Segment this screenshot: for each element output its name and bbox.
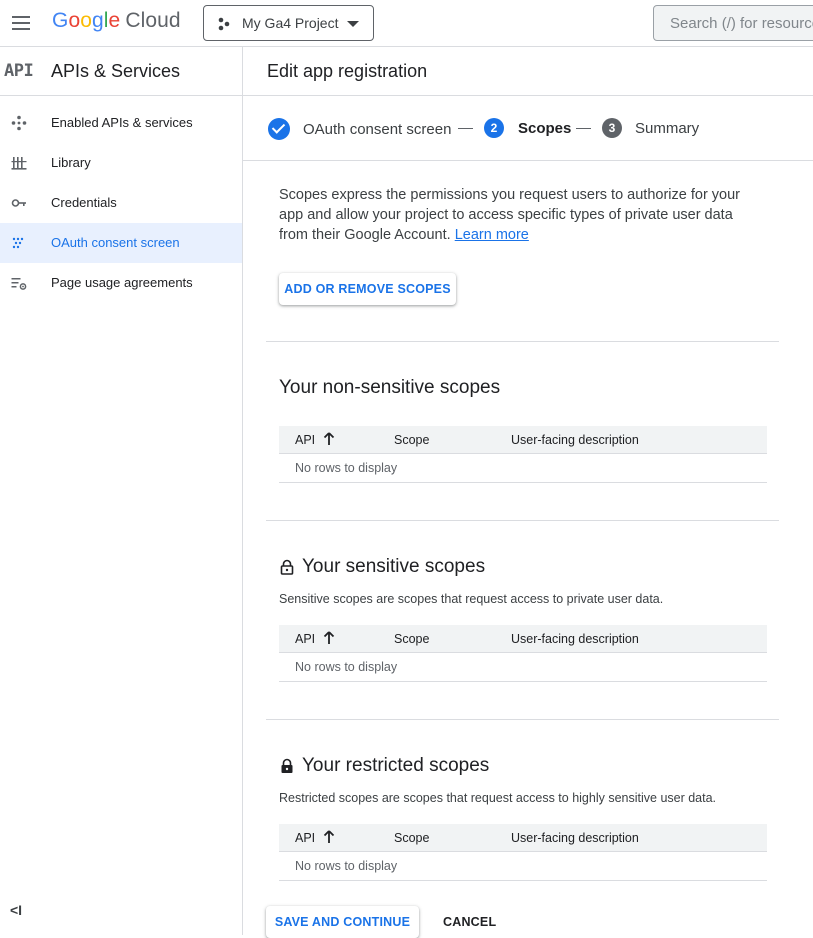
table-header: API Scope User-facing description xyxy=(279,625,767,653)
step-label: OAuth consent screen xyxy=(303,120,452,138)
add-or-remove-scopes-button[interactable]: ADD OR REMOVE SCOPES xyxy=(279,273,456,305)
arrow-up-icon[interactable] xyxy=(323,431,335,447)
section-description: Restricted scopes are scopes that reques… xyxy=(279,791,717,805)
sidebar-item-credentials[interactable]: Credentials xyxy=(0,183,242,223)
search-input[interactable]: Search (/) for resources xyxy=(653,5,813,41)
section-divider xyxy=(266,520,779,521)
settings-list-icon xyxy=(11,278,27,290)
menu-icon[interactable] xyxy=(10,12,32,34)
section-divider xyxy=(266,719,779,720)
sidebar-item-label: Credentials xyxy=(51,195,117,210)
column-header-description: User-facing description xyxy=(511,433,639,447)
save-and-continue-button[interactable]: SAVE AND CONTINUE xyxy=(266,906,419,938)
empty-message: No rows to display xyxy=(295,461,398,475)
sidebar-item-label: Enabled APIs & services xyxy=(51,115,193,130)
api-icon: API xyxy=(4,61,34,81)
cancel-button[interactable]: CANCEL xyxy=(443,915,496,929)
sidebar-item-page-usage-agreements[interactable]: Page usage agreements xyxy=(0,263,242,303)
sidebar-item-label: Library xyxy=(51,155,91,170)
sidebar-item-label: OAuth consent screen xyxy=(51,235,180,250)
step-oauth-consent-screen[interactable]: OAuth consent screen xyxy=(268,118,451,140)
section-title-text: Your non-sensitive scopes xyxy=(279,377,501,398)
section-description: Sensitive scopes are scopes that request… xyxy=(279,592,664,606)
section-divider xyxy=(266,341,779,342)
top-bar: Google Cloud My Ga4 Project Search (/) fo… xyxy=(0,0,813,46)
logo-google-text: Google xyxy=(52,9,121,32)
main-content: Edit app registration OAuth consent scre… xyxy=(243,46,813,938)
table-header: API Scope User-facing description xyxy=(279,426,767,454)
section-title-text: Your sensitive scopes xyxy=(302,556,486,577)
check-circle-icon xyxy=(268,118,290,140)
stepper: OAuth consent screen 2 Scopes 3 Summary xyxy=(243,96,813,161)
section-title-sensitive: Your sensitive scopes xyxy=(279,556,485,578)
sidebar-header: API APIs & Services xyxy=(0,46,242,96)
section-title-text: Your restricted scopes xyxy=(302,755,490,776)
page-title: Edit app registration xyxy=(267,61,428,81)
project-name: My Ga4 Project xyxy=(242,15,339,31)
empty-message: No rows to display xyxy=(295,859,398,873)
section-title-restricted: Your restricted scopes xyxy=(279,755,489,777)
lock-icon xyxy=(281,758,293,773)
chevron-down-icon xyxy=(347,21,359,27)
column-header-scope: Scope xyxy=(394,433,430,447)
library-icon xyxy=(11,157,27,170)
step-scopes: 2 Scopes xyxy=(484,118,571,138)
non-sensitive-scopes-table: API Scope User-facing description No row… xyxy=(279,426,767,483)
column-header-description: User-facing description xyxy=(511,831,639,845)
consent-icon xyxy=(12,237,24,249)
arrow-up-icon[interactable] xyxy=(323,630,335,646)
learn-more-link[interactable]: Learn more xyxy=(455,227,529,243)
restricted-scopes-table: API Scope User-facing description No row… xyxy=(279,824,767,881)
table-row: No rows to display xyxy=(279,653,767,682)
column-header-api[interactable]: API xyxy=(295,632,315,646)
search-placeholder: Search (/) for resources xyxy=(670,15,813,32)
scopes-intro: Scopes express the permissions you reque… xyxy=(279,185,764,245)
step-label: Scopes xyxy=(518,119,572,137)
step-label: Summary xyxy=(635,119,700,137)
column-header-scope: Scope xyxy=(394,632,430,646)
arrow-up-icon[interactable] xyxy=(323,829,335,845)
key-icon xyxy=(11,199,26,207)
section-title-non-sensitive: Your non-sensitive scopes xyxy=(279,377,500,399)
step-number-badge: 2 xyxy=(484,118,504,138)
table-row: No rows to display xyxy=(279,852,767,881)
column-header-api[interactable]: API xyxy=(295,433,315,447)
collapse-sidebar-icon[interactable]: <I xyxy=(10,902,22,918)
project-selector[interactable]: My Ga4 Project xyxy=(203,5,374,41)
step-separator xyxy=(458,128,473,129)
sidebar-item-oauth-consent-screen[interactable]: OAuth consent screen xyxy=(0,223,242,263)
column-header-description: User-facing description xyxy=(511,632,639,646)
sidebar-item-library[interactable]: Library xyxy=(0,143,242,183)
sidebar-title: APIs & Services xyxy=(51,61,181,81)
column-header-api[interactable]: API xyxy=(295,831,315,845)
sidebar-nav: Enabled APIs & services Library Credenti… xyxy=(0,103,242,303)
sidebar-item-label: Page usage agreements xyxy=(51,275,193,290)
lock-open-outline-icon xyxy=(280,559,294,575)
logo-cloud-text: Cloud xyxy=(125,9,181,32)
project-icon xyxy=(218,17,230,31)
services-icon xyxy=(11,115,27,131)
sidebar: API APIs & Services Enabled APIs & servi… xyxy=(0,46,243,935)
step-number-badge: 3 xyxy=(602,118,622,138)
step-separator xyxy=(576,128,591,129)
sensitive-scopes-table: API Scope User-facing description No row… xyxy=(279,625,767,682)
sidebar-item-enabled-apis[interactable]: Enabled APIs & services xyxy=(0,103,242,143)
column-header-scope: Scope xyxy=(394,831,430,845)
page-header: Edit app registration xyxy=(243,46,813,96)
empty-message: No rows to display xyxy=(295,660,398,674)
table-row: No rows to display xyxy=(279,454,767,483)
table-header: API Scope User-facing description xyxy=(279,824,767,852)
step-summary: 3 Summary xyxy=(602,118,699,138)
google-cloud-logo[interactable]: Google Cloud xyxy=(52,9,181,33)
